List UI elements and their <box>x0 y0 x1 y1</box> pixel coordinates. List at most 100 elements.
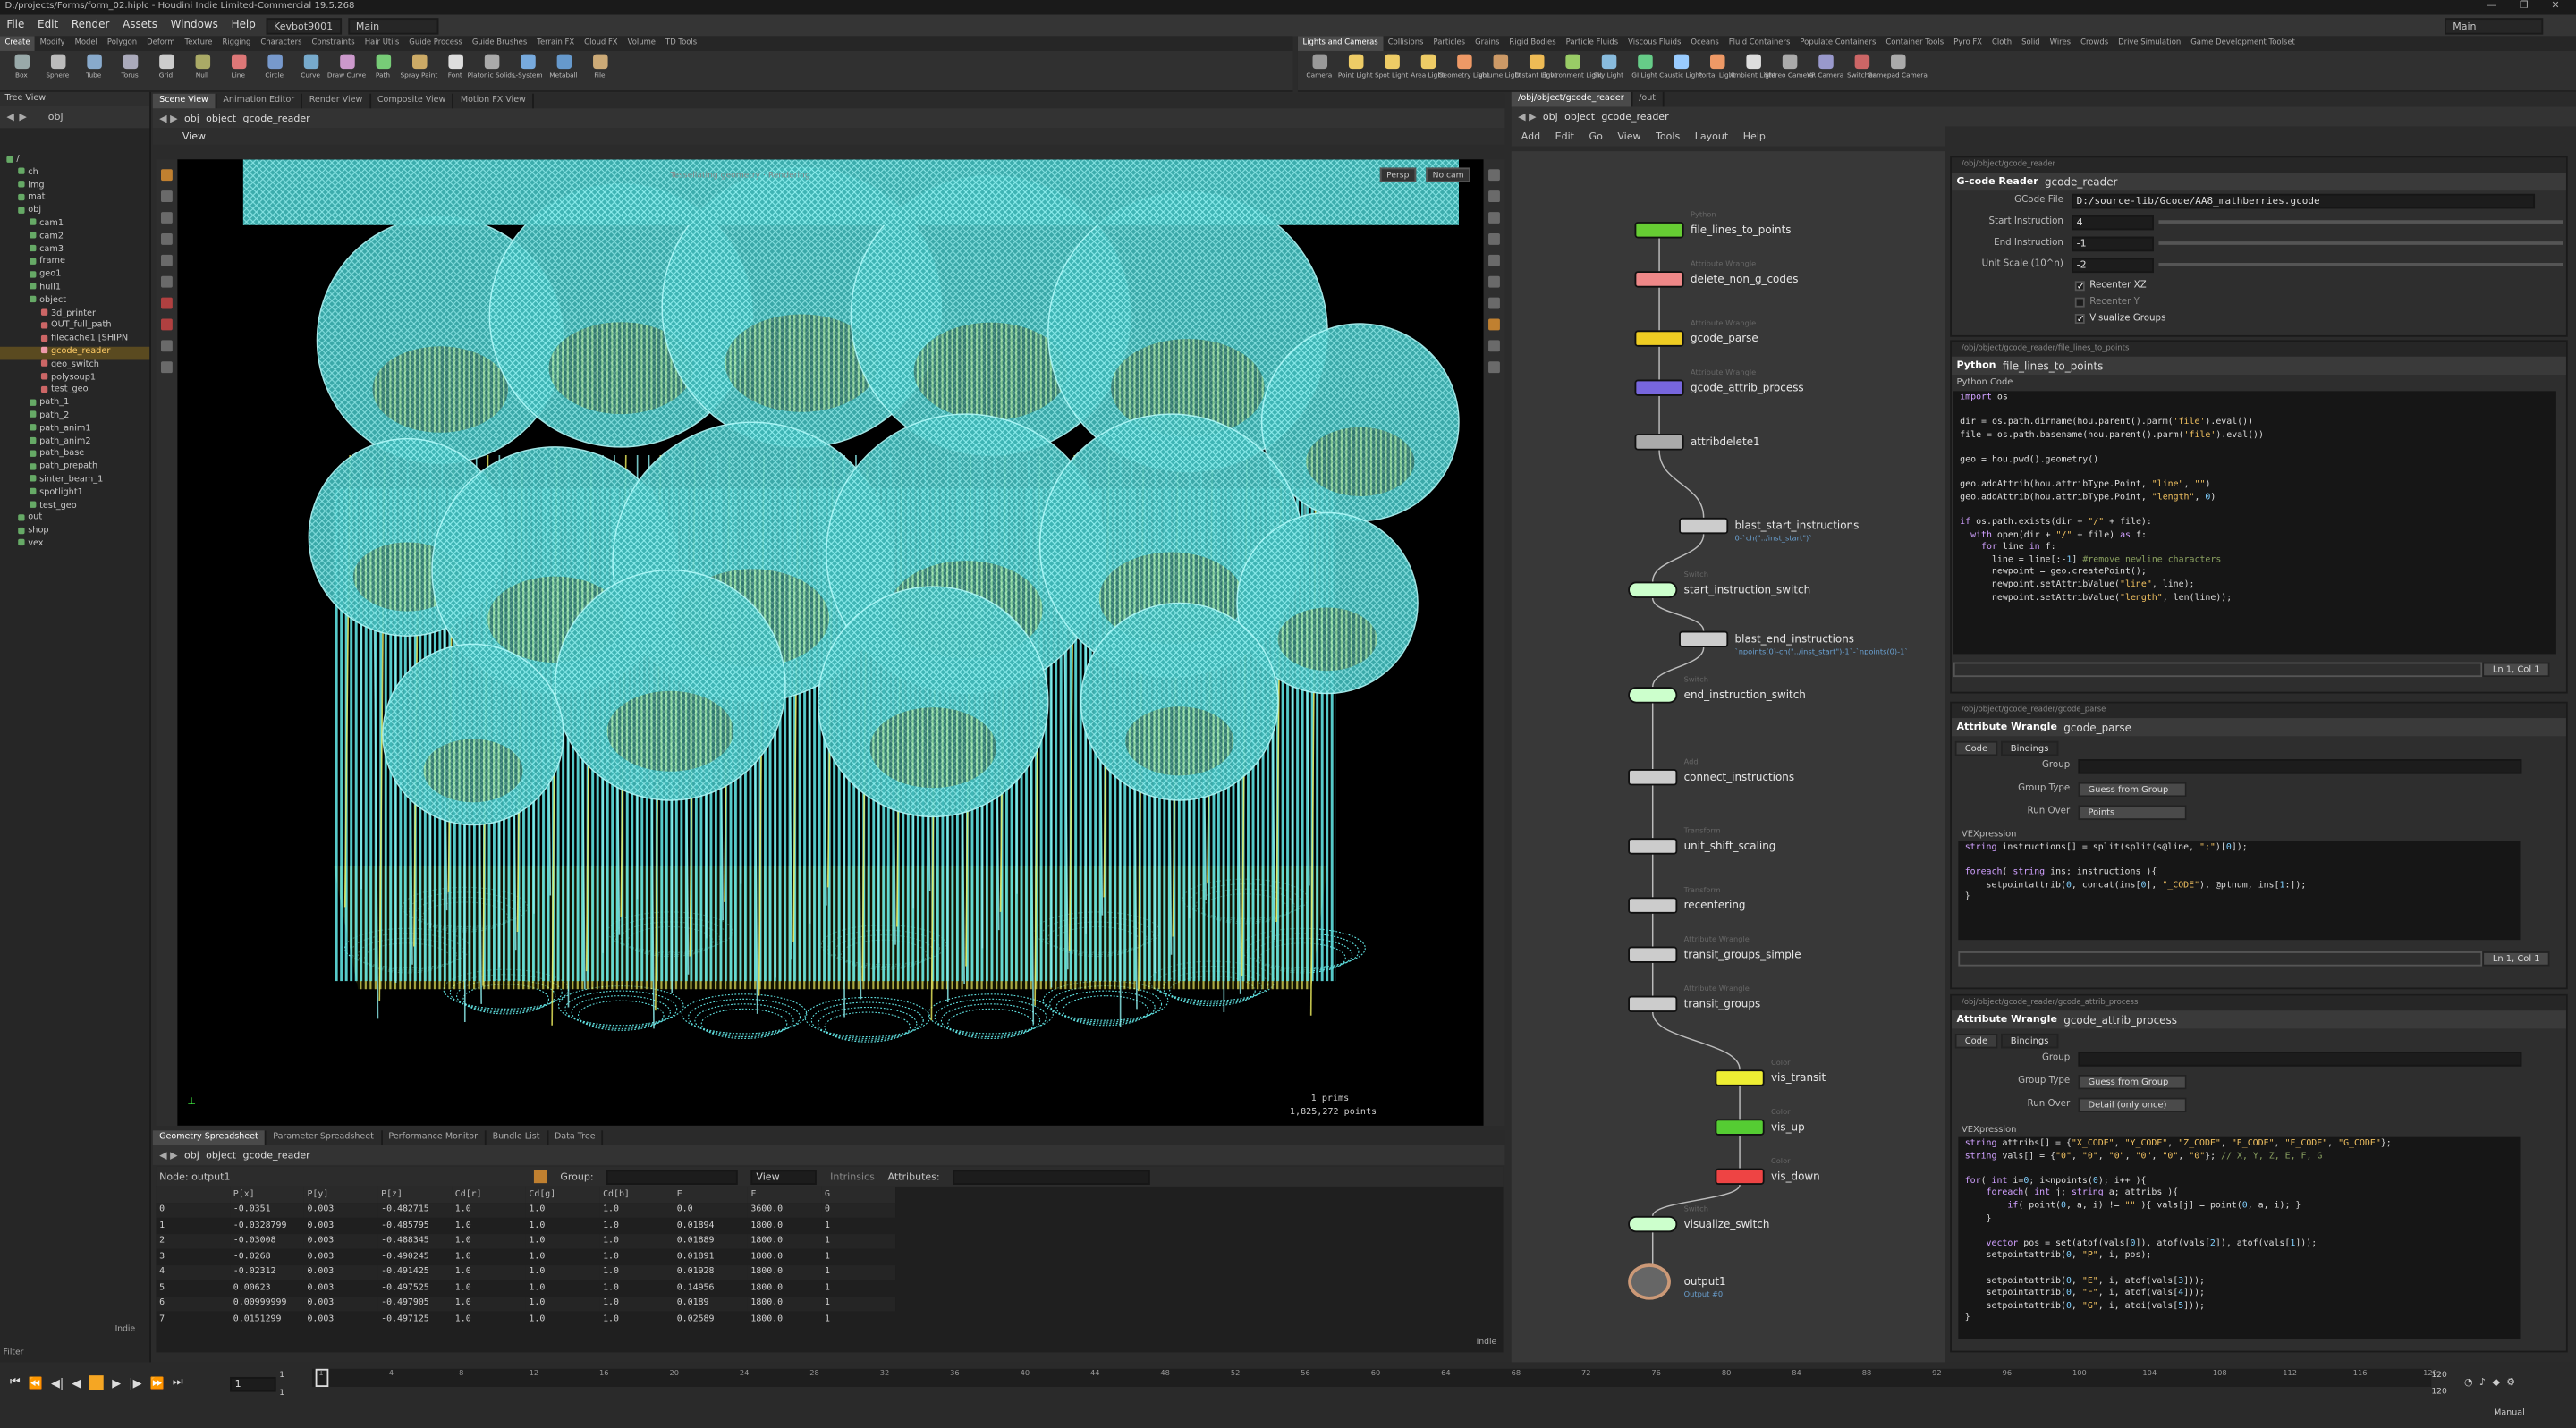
realtime-icon[interactable]: ◔ <box>2464 1377 2473 1389</box>
tool-camera[interactable]: Camera <box>1301 51 1337 92</box>
display-toggle-icon[interactable] <box>1488 169 1500 182</box>
background-icon[interactable] <box>1488 361 1500 374</box>
tree-item[interactable]: gcode_reader <box>0 346 150 359</box>
magnet-tool-icon[interactable] <box>160 318 173 331</box>
rotate-tool-icon[interactable] <box>160 232 173 245</box>
shelf-tab-crowds[interactable]: Crowds <box>2076 36 2114 51</box>
tree-item[interactable]: vex <box>0 539 149 552</box>
tool-curve[interactable]: Curve <box>292 51 328 92</box>
wireframe-icon[interactable] <box>1488 232 1500 245</box>
shelf-tab-wires[interactable]: Wires <box>2045 36 2075 51</box>
shelf-tab-create[interactable]: Create <box>0 36 36 51</box>
points-mode-icon[interactable] <box>533 1170 547 1184</box>
tree-path[interactable]: obj <box>48 111 64 123</box>
window-controls[interactable]: — ❐ ✕ <box>2487 0 2569 12</box>
tool-environment-light[interactable]: Environment Light <box>1542 51 1603 92</box>
p4-group-field[interactable] <box>2078 1052 2522 1067</box>
p3-tab-bindings[interactable]: Bindings <box>2000 739 2059 756</box>
net-menu-layout[interactable]: Layout <box>1695 131 1728 142</box>
menu-file[interactable]: File <box>0 15 31 37</box>
tree-item[interactable]: path_prepath <box>0 462 149 475</box>
tool-path[interactable]: Path <box>365 51 401 92</box>
table-row[interactable]: 2 -0.03008 0.003 -0.488345 1.0 1.0 1.0 0.01889 1… <box>156 1233 896 1249</box>
p2-name[interactable]: file_lines_to_points <box>2003 359 2104 373</box>
keys-icon[interactable]: ◆ <box>2492 1377 2499 1389</box>
tool-point-light[interactable]: Point Light <box>1337 51 1373 92</box>
tree-item[interactable]: polysoup1 <box>0 372 149 384</box>
shelf-tab-texture[interactable]: Texture <box>180 36 217 51</box>
step-forward-icon[interactable]: ⏩ <box>150 1376 165 1390</box>
node-body[interactable] <box>1634 222 1684 239</box>
shelf-tab-lights-and-cameras[interactable]: Lights and Cameras <box>1297 36 1384 51</box>
group-field[interactable] <box>606 1169 739 1185</box>
tree-item[interactable]: cam3 <box>0 244 149 257</box>
column-header[interactable]: P[y] <box>303 1186 378 1203</box>
network-tab--obj-object-gcode-reader[interactable]: /obj/object/gcode_reader <box>1511 91 1632 107</box>
shelf-tab-drive-simulation[interactable]: Drive Simulation <box>2114 36 2186 51</box>
node-body[interactable] <box>1628 769 1678 786</box>
shelf-tab-viscous-fluids[interactable]: Viscous Fluids <box>1623 36 1686 51</box>
node-body[interactable] <box>1628 1263 1671 1300</box>
back-icon[interactable]: ◀ ▶ <box>1518 111 1536 123</box>
shelf-tab-pyro-fx[interactable]: Pyro FX <box>1949 36 1987 51</box>
node-body[interactable] <box>1679 630 1729 648</box>
p4-run-over-menu[interactable]: Detail (only once) <box>2078 1097 2187 1113</box>
menu-edit[interactable]: Edit <box>31 15 65 37</box>
table-row[interactable]: 6 0.00999999 0.003 -0.497905 1.0 1.0 1.0 0.0189… <box>156 1296 896 1312</box>
menu-assets[interactable]: Assets <box>116 15 165 37</box>
tree-item[interactable]: cam2 <box>0 232 149 244</box>
column-header[interactable]: Cd[g] <box>525 1186 600 1203</box>
lock-icon[interactable] <box>1488 190 1500 203</box>
column-header[interactable]: Cd[b] <box>599 1186 674 1203</box>
tool-circle[interactable]: Circle <box>257 51 292 92</box>
node-body[interactable] <box>1634 379 1684 396</box>
shelf-tab-polygon[interactable]: Polygon <box>102 36 141 51</box>
current-frame-field[interactable]: 1 <box>230 1376 276 1392</box>
ss-path-obj[interactable]: obj <box>184 1149 199 1161</box>
tool-metaball[interactable]: Metaball <box>546 51 581 92</box>
tree-item[interactable]: path_anim2 <box>0 436 149 449</box>
p3-group-field[interactable] <box>2078 759 2522 774</box>
menu-windows[interactable]: Windows <box>164 15 225 37</box>
shelf-tab-modify[interactable]: Modify <box>35 36 70 51</box>
tool-l-system[interactable]: L-System <box>509 51 545 92</box>
unit-scale-slider[interactable] <box>2158 263 2563 266</box>
recenter-xz-checkbox[interactable]: ✓ Recenter XZ <box>2074 278 2147 294</box>
back-icon[interactable]: ◀ ▶ <box>159 113 177 124</box>
3d-viewport[interactable]: 1 prims 1,825,272 points Tessellating ge… <box>177 159 1484 1126</box>
desk-main-select[interactable]: Main <box>347 17 438 34</box>
shelf-tab-cloth[interactable]: Cloth <box>1987 36 2016 51</box>
column-header[interactable] <box>156 1186 231 1203</box>
tree-item[interactable]: obj <box>0 206 149 218</box>
step-back-icon[interactable]: ⏪ <box>29 1376 43 1390</box>
python-code-editor[interactable]: import os dir = os.path.dirname(hou.pare… <box>1953 391 2556 655</box>
shelf-tab-particles[interactable]: Particles <box>1428 36 1470 51</box>
node-body[interactable] <box>1634 271 1684 288</box>
shelf-tab-rigid-bodies[interactable]: Rigid Bodies <box>1504 36 1561 51</box>
tool-spot-light[interactable]: Spot Light <box>1373 51 1409 92</box>
viewer-tab-scene-view[interactable]: Scene View <box>152 93 217 109</box>
p3-run-over-menu[interactable]: Points <box>2078 805 2187 821</box>
tree-item[interactable]: geo_switch <box>0 359 149 372</box>
tool-volume-light[interactable]: Volume Light <box>1479 51 1521 92</box>
visualize-groups-checkbox[interactable]: ✓ Visualize Groups <box>2074 310 2165 326</box>
end-instruction-slider[interactable] <box>2158 241 2563 245</box>
go-to-end-icon[interactable]: ⏭ <box>173 1375 183 1390</box>
shelf-tab-container-tools[interactable]: Container Tools <box>1881 36 1949 51</box>
tree-item[interactable]: path_1 <box>0 398 149 410</box>
spreadsheet-tab-bundle-list[interactable]: Bundle List <box>486 1130 548 1145</box>
node-body[interactable] <box>1679 517 1729 535</box>
shelf-tab-cloud-fx[interactable]: Cloud FX <box>580 36 623 51</box>
node-body[interactable] <box>1628 995 1678 1013</box>
tree-item[interactable]: cam1 <box>0 218 149 231</box>
tree-item[interactable]: mat <box>0 193 149 206</box>
view-menu[interactable]: View <box>750 1169 818 1185</box>
tool-grid[interactable]: Grid <box>148 51 183 92</box>
p4-group-type-menu[interactable]: Guess from Group <box>2078 1074 2187 1090</box>
tool-gi-light[interactable]: GI Light <box>1626 51 1662 92</box>
column-header[interactable]: G <box>821 1186 896 1203</box>
prev-frame-icon[interactable]: ◀| <box>51 1376 64 1390</box>
tree-item[interactable]: img <box>0 180 149 192</box>
column-header[interactable]: Cd[r] <box>452 1186 526 1203</box>
path-gcode-reader[interactable]: gcode_reader <box>242 113 309 124</box>
